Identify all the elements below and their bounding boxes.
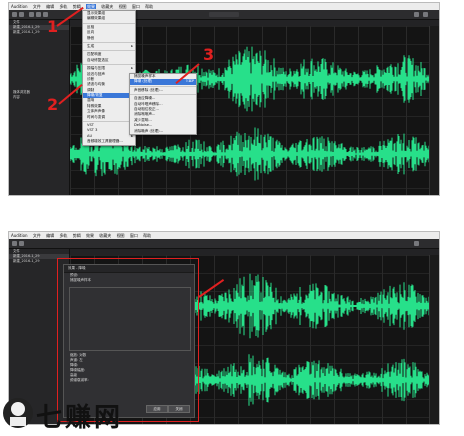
effects-menu: 显示效果组 编辑效果组反相 反向 静音生成 ▸ 匹配响度 自动修复选区 振幅与压限 ▸ 延迟与回声… xyxy=(82,10,136,146)
menubar-item[interactable]: Audition xyxy=(11,4,28,9)
menu-separator xyxy=(83,22,135,24)
menubar-item[interactable]: 视图 xyxy=(117,233,125,238)
menubar-item[interactable]: 收藏夹 xyxy=(101,4,113,9)
menubar-item[interactable]: 多轨 xyxy=(59,233,67,238)
menubar-item[interactable]: 剪辑 xyxy=(73,233,81,238)
razor-tool-icon[interactable] xyxy=(36,12,41,17)
multitrack-view-icon[interactable] xyxy=(19,12,24,17)
annotation-2: 2 xyxy=(47,95,59,114)
menu-item-label: AU xyxy=(87,133,93,138)
menu-item-label: 自动修复选区 xyxy=(87,57,109,62)
menu-item[interactable]: 编辑效果组 xyxy=(83,16,135,21)
menubar-item[interactable]: 多轨 xyxy=(59,4,67,9)
menu-item[interactable]: 自动修复选区 xyxy=(83,58,135,63)
mac-menubar: Audition 文件 编辑 多轨 剪辑 效果 收藏夹 视图 窗口 帮助 xyxy=(9,232,439,239)
menu-item-label: VST 3 xyxy=(87,128,98,133)
watermark-text: 七赚网 xyxy=(36,403,124,433)
menu-item-label: 诊断 xyxy=(87,76,95,81)
menubar-item[interactable]: 窗口 xyxy=(130,233,138,238)
search-icon[interactable] xyxy=(414,12,419,17)
menu-item-label: 声音移除 (处理)... xyxy=(134,87,163,92)
waveform-view-icon[interactable] xyxy=(12,12,17,17)
menu-item[interactable]: 静音 xyxy=(83,36,135,41)
menu-item-label: 滤波与均衡 xyxy=(87,82,105,87)
media-browser-content: 内容 xyxy=(13,95,20,99)
search-icon[interactable] xyxy=(414,241,419,246)
menu-item-label: 自适应降噪... xyxy=(134,96,156,101)
menu-item-label: 延迟与回声 xyxy=(87,71,105,76)
menu-item-label: DeNoise... xyxy=(134,123,153,128)
menubar-item[interactable]: 收藏夹 xyxy=(99,233,111,238)
menu-item-label: 音频增效工具管理器... xyxy=(87,139,123,144)
menubar-item[interactable]: 文件 xyxy=(33,233,41,238)
menu-item-label: 反向 xyxy=(87,30,95,35)
amplitude-scale xyxy=(429,255,439,424)
menu-item[interactable]: 时间与变调▸ xyxy=(83,115,135,120)
menu-separator xyxy=(130,85,196,87)
menu-item-label: 消除嗡嗡声... xyxy=(134,112,156,117)
list-icon[interactable] xyxy=(423,12,428,17)
menu-item-label: 特殊效果 xyxy=(87,103,102,108)
menu-item-label: 编辑效果组 xyxy=(87,16,105,21)
menubar-item[interactable]: 视图 xyxy=(119,4,127,9)
files-panel: 文件 新建_2016-1_29 新建_2016-1_29 媒体浏览器 内容 xyxy=(9,20,70,195)
menu-item-label: 降噪 (处理) xyxy=(134,79,153,84)
menu-item-label: 匹配响度 xyxy=(87,52,102,57)
menu-item[interactable]: 降噪 (处理) ⇧⌘P xyxy=(130,79,196,85)
move-tool-icon[interactable] xyxy=(29,12,34,17)
menubar-item[interactable]: 效果 xyxy=(86,233,94,238)
menubar-item[interactable]: Audition xyxy=(11,233,28,238)
menu-separator xyxy=(83,64,135,66)
menu-item[interactable]: 音频增效工具管理器... xyxy=(83,139,135,144)
menu-item-label: 自动咔嗒声移除... xyxy=(134,101,163,106)
menubar-item[interactable]: 编辑 xyxy=(46,4,54,9)
menubar-item[interactable]: 编辑 xyxy=(46,233,54,238)
audition-window-menu-view: Audition 文件 编辑 多轨 剪辑 效果 收藏夹 视图 窗口 帮助 文件 … xyxy=(8,2,440,196)
menubar-item[interactable]: 帮助 xyxy=(143,233,151,238)
annotation-3: 3 xyxy=(203,45,215,64)
toolbar xyxy=(9,239,439,249)
menu-item-label: VST xyxy=(87,123,94,128)
menubar-item[interactable]: 帮助 xyxy=(145,4,153,9)
menu-item-label: 显示效果组 xyxy=(87,11,105,15)
menu-item-label: 混响 xyxy=(87,98,95,103)
menu-item-label: 生成 xyxy=(87,43,95,48)
menu-item[interactable]: 声音移除 (处理)... xyxy=(130,88,196,93)
menu-item[interactable]: 消除嘶声 (处理)... xyxy=(130,129,196,134)
menu-item-label: 调制 xyxy=(87,87,95,92)
menu-item-label: 消除嘶声 (处理)... xyxy=(134,128,163,133)
menu-separator xyxy=(83,41,135,43)
menu-item-label: 捕捉噪声样本 xyxy=(134,74,156,78)
menubar-item[interactable]: 文件 xyxy=(33,4,41,9)
menubar-item[interactable]: 窗口 xyxy=(132,4,140,9)
files-empty-area xyxy=(9,35,69,90)
menu-shortcut: ⇧⌘P xyxy=(185,79,194,84)
window-title xyxy=(209,12,239,17)
menu-item-label: 降噪/恢复 xyxy=(87,93,103,98)
menu-item[interactable]: 生成 ▸ xyxy=(83,44,135,49)
menu-item-label: 自动相位校正... xyxy=(134,106,159,111)
amplitude-scale xyxy=(429,26,439,195)
multitrack-view-icon[interactable] xyxy=(19,241,24,246)
mac-menubar: Audition 文件 编辑 多轨 剪辑 效果 收藏夹 视图 窗口 帮助 xyxy=(9,3,439,10)
menu-item-label: 静音 xyxy=(87,35,95,40)
menu-item-label: 振幅与压限 xyxy=(87,66,105,71)
menu-item-label: 减少混响... xyxy=(134,117,152,122)
menu-separator xyxy=(83,121,135,123)
menu-item-label: 反相 xyxy=(87,24,95,29)
menu-item-label: 立体声声像 xyxy=(87,109,105,114)
menubar-item-effects[interactable]: 效果 xyxy=(86,4,96,9)
chevron-right-icon: ▸ xyxy=(131,43,133,48)
noise-reduction-submenu: 捕捉噪声样本 降噪 (处理) ⇧⌘P 声音移除 (处理)... 自适应降噪... 自动咔嗒… xyxy=(129,73,197,135)
menu-item-label: 时间与变调 xyxy=(87,114,105,119)
waveform-view-icon[interactable] xyxy=(12,241,17,246)
